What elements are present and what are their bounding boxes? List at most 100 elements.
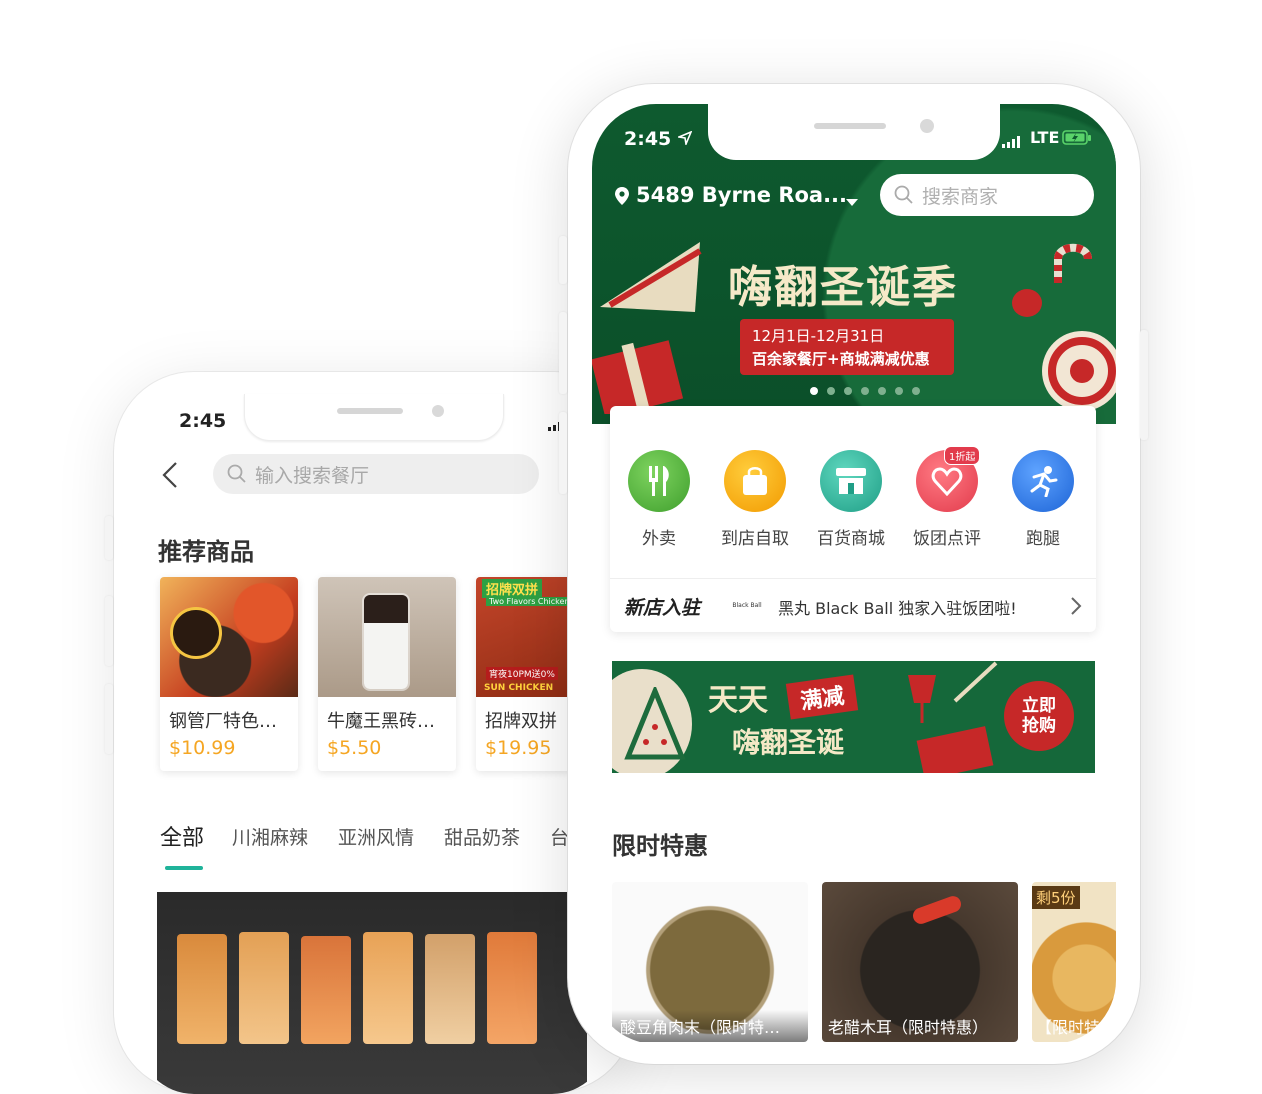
category-tab-spicy[interactable]: 川湘麻辣 — [232, 823, 308, 850]
deal-name: 老醋木耳（限时特惠） — [828, 1018, 989, 1037]
shop-now-button[interactable]: 立即抢购 — [1004, 681, 1074, 751]
status-time: 2:45 — [624, 128, 672, 150]
deal-card[interactable]: 酸豆角肉末（限时特… — [612, 882, 808, 1042]
delivery-address[interactable]: 5489 Byrne Roa... — [636, 183, 847, 207]
quick-entry-label: 外卖 — [642, 529, 676, 549]
back-phone-side-button — [105, 516, 113, 560]
quick-entry-label: 跑腿 — [1026, 529, 1060, 549]
runner-icon — [1012, 450, 1074, 512]
quick-entry-label: 到店自取 — [721, 529, 789, 549]
quick-entry-pickup[interactable]: 到店自取 — [710, 450, 800, 549]
product-image-milk-tea — [318, 577, 456, 697]
front-phone-side-button — [559, 236, 567, 284]
signal-icon — [1002, 133, 1022, 152]
front-phone-notch — [708, 104, 1000, 160]
new-store-text: 黑丸 Black Ball 独家入驻饭团啦! — [778, 599, 1017, 618]
category-tab-all[interactable]: 全部 — [160, 820, 204, 852]
address-dropdown-icon[interactable] — [846, 192, 858, 211]
merchant-search-input[interactable]: 搜索商家 — [880, 174, 1094, 216]
discount-badge: 1折起 — [944, 446, 981, 465]
product-name: 钢管厂特色… — [169, 711, 277, 732]
napkin-fork-decoration — [600, 242, 702, 312]
category-tab-dessert[interactable]: 甜品奶茶 — [444, 823, 520, 850]
front-phone-volume-down — [559, 412, 567, 494]
product-price: $5.50 — [327, 737, 382, 759]
restaurant-cover-image[interactable] — [157, 892, 587, 1094]
active-category-indicator — [165, 866, 203, 870]
quick-entry-mall[interactable]: 百货商城 — [806, 450, 896, 549]
category-tab-asian[interactable]: 亚洲风情 — [338, 823, 414, 850]
speaker-grille — [337, 408, 403, 414]
recommend-title: 推荐商品 — [158, 538, 254, 566]
category-tab-more[interactable]: 台 — [550, 823, 569, 850]
ornament-decoration — [1012, 289, 1042, 317]
deal-card[interactable]: 剩5份 【限时特惠 — [1032, 882, 1116, 1042]
christmas-tree-icon — [624, 687, 686, 760]
quick-entry-label: 百货商城 — [817, 529, 885, 549]
quick-entry-card: 外卖 到店自取 百货商城 1折起 饭团点评 跑腿 新店入驻 Black Ball… — [610, 406, 1096, 632]
location-pin-icon — [614, 186, 630, 210]
status-time: 2:45 — [179, 410, 227, 432]
pagination-dot[interactable] — [844, 387, 852, 395]
cup-fork-decoration — [908, 661, 998, 773]
deal-name: 酸豆角肉末（限时特… — [620, 1018, 781, 1037]
christmas-banner[interactable]: 嗨翻圣诞季 12月1日-12月31日 百余家餐厅+商城满减优惠 — [592, 229, 1116, 414]
battery-icon — [1062, 130, 1092, 150]
new-store-announcement[interactable]: 新店入驻 Black Ball 黑丸 Black Ball 独家入驻饭团啦! — [610, 579, 1096, 632]
chevron-right-icon[interactable] — [1070, 596, 1082, 620]
limited-deals-title: 限时特惠 — [612, 832, 708, 860]
pagination-dot[interactable] — [827, 387, 835, 395]
speaker-grille — [814, 123, 886, 129]
back-phone-screen: 2:45 输入搜索餐厅 推荐商品 钢管厂特色… $10.99 牛魔王黑砖… $5… — [138, 394, 608, 1094]
promo-line2: 嗨翻圣诞 — [732, 726, 845, 759]
pagination-dot[interactable] — [861, 387, 869, 395]
pagination-dot-active[interactable] — [810, 387, 818, 395]
lollipop-decoration — [1042, 331, 1116, 411]
front-camera — [920, 119, 934, 133]
location-arrow-icon — [676, 130, 693, 149]
product-overlay-title: 招牌双拼 — [482, 579, 543, 598]
product-overlay-promo: 宵夜10PM送0% — [486, 667, 558, 680]
quick-entry-label: 饭团点评 — [913, 529, 981, 549]
stock-badge: 剩5份 — [1032, 886, 1080, 909]
search-placeholder: 输入搜索餐厅 — [255, 464, 370, 487]
restaurant-search-input[interactable]: 输入搜索餐厅 — [213, 454, 539, 494]
promo-ribbon: 满减 — [785, 674, 859, 720]
banner-pagination — [810, 387, 920, 395]
back-phone-notch — [244, 394, 504, 441]
front-phone-screen: 2:45 LTE 5489 Byrne Roa... 搜索商家 嗨翻圣诞季 12… — [592, 104, 1116, 1044]
store-icon — [820, 450, 882, 512]
pagination-dot[interactable] — [912, 387, 920, 395]
quick-entry-reviews[interactable]: 1折起 饭团点评 — [902, 446, 992, 549]
candy-cane-decoration — [1054, 243, 1092, 283]
product-overlay-brand: SUN CHICKEN — [484, 683, 554, 693]
banner-title: 嗨翻圣诞季 — [728, 262, 958, 313]
quick-entry-takeout[interactable]: 外卖 — [614, 450, 704, 549]
pagination-dot[interactable] — [895, 387, 903, 395]
product-image-hotpot — [160, 577, 298, 697]
deal-card[interactable]: 老醋木耳（限时特惠） — [822, 882, 1018, 1042]
front-phone-power-button — [1140, 330, 1148, 440]
product-card[interactable]: 牛魔王黑砖… $5.50 — [318, 577, 456, 771]
banner-promo: 百余家餐厅+商城满减优惠 — [752, 350, 930, 368]
promo-banner[interactable]: 天天 满减 嗨翻圣诞 立即抢购 — [612, 661, 1095, 773]
search-icon — [894, 185, 914, 205]
fork-knife-icon — [628, 450, 690, 512]
network-label: LTE — [1030, 128, 1060, 147]
back-phone-volume-down — [105, 684, 113, 754]
product-overlay-subtitle: Two Flavors Chicken — [486, 597, 573, 606]
black-ball-logo: Black Ball — [732, 601, 762, 609]
search-icon — [227, 464, 247, 484]
product-card[interactable]: 钢管厂特色… $10.99 — [160, 577, 298, 771]
pagination-dot[interactable] — [878, 387, 886, 395]
back-phone-volume-up — [105, 596, 113, 666]
quick-entry-errand[interactable]: 跑腿 — [998, 450, 1088, 549]
product-name: 牛魔王黑砖… — [327, 711, 435, 732]
search-placeholder: 搜索商家 — [922, 185, 999, 208]
banner-tag: 12月1日-12月31日 百余家餐厅+商城满减优惠 — [740, 319, 954, 375]
front-camera — [432, 405, 444, 417]
new-store-tag: 新店入驻 — [624, 597, 701, 619]
shopping-bag-icon — [724, 450, 786, 512]
banner-date: 12月1日-12月31日 — [752, 327, 885, 345]
back-button[interactable] — [160, 460, 180, 490]
